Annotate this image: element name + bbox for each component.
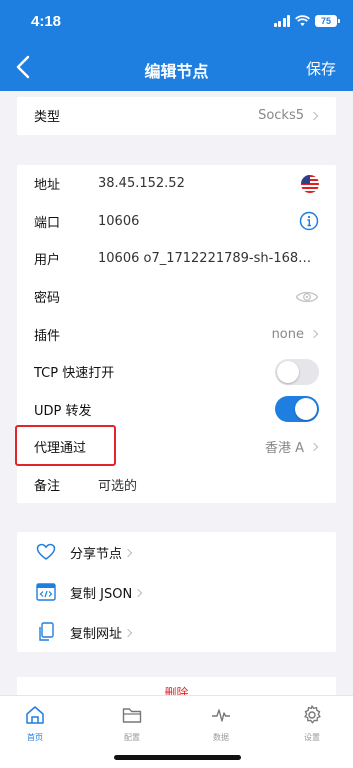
info-icon[interactable] [299, 211, 319, 231]
eye-icon[interactable] [295, 289, 319, 305]
tab-data-label: 数据 [213, 733, 229, 742]
tab-home-label: 首页 [27, 733, 43, 742]
status-bar: 4:18 75 [0, 0, 353, 44]
tcp-fast-open-toggle[interactable] [275, 358, 319, 385]
tab-data[interactable]: 数据 [201, 704, 241, 743]
status-icons: 75 [273, 13, 340, 29]
signal-icon [273, 15, 290, 27]
user-value[interactable]: 10606 o7_1712221789-sh-168580... [98, 251, 319, 266]
page-title: 编辑节点 [144, 62, 209, 81]
nav-bar: 编辑节点 保存 [0, 44, 353, 91]
note-label: 备注 [34, 479, 61, 495]
tab-config-label: 配置 [124, 733, 140, 742]
share-node-label: 分享节点 [70, 546, 123, 562]
note-row[interactable]: 备注 可选的 [17, 466, 336, 504]
address-label: 地址 [34, 178, 61, 194]
tab-home[interactable]: 首页 [15, 704, 55, 743]
type-value: Socks5 [258, 108, 304, 124]
toggle-knob [277, 360, 299, 383]
toggle-knob [295, 398, 317, 421]
tcp-fast-open-row: TCP 快速打开 [17, 353, 336, 391]
udp-forward-row: UDP 转发 [17, 391, 336, 429]
copy-json-row[interactable]: 复制 JSON [17, 572, 336, 612]
type-card: 类型 Socks5 [17, 97, 336, 135]
heart-icon [36, 543, 56, 560]
user-label: 用户 [34, 253, 61, 269]
copy-icon [39, 622, 54, 641]
port-label: 端口 [34, 215, 61, 231]
tab-config[interactable]: 配置 [112, 704, 152, 743]
plugin-label: 插件 [34, 328, 61, 344]
address-row[interactable]: 地址 38.45.152.52 [17, 165, 336, 203]
folder-icon [122, 708, 142, 723]
chevron-right-icon [133, 588, 143, 597]
status-time: 4:18 [31, 13, 62, 30]
plugin-row[interactable]: 插件 none [17, 315, 336, 353]
tab-settings-label: 设置 [304, 733, 320, 742]
code-window-icon [36, 583, 56, 601]
chevron-right-icon [309, 442, 319, 452]
password-row[interactable]: 密码 [17, 278, 336, 316]
copy-url-row[interactable]: 复制网址 [17, 612, 336, 652]
share-node-row[interactable]: 分享节点 [17, 532, 336, 572]
chevron-right-icon [309, 111, 319, 121]
copy-url-label: 复制网址 [70, 626, 123, 642]
chevron-right-icon [309, 329, 319, 339]
user-row[interactable]: 用户 10606 o7_1712221789-sh-168580... [17, 240, 336, 278]
note-input[interactable]: 可选的 [98, 475, 319, 494]
udp-forward-toggle[interactable] [275, 396, 319, 423]
header: 4:18 75 编辑节点 保存 [0, 0, 353, 91]
chevron-right-icon [123, 548, 133, 557]
copy-json-label: 复制 JSON [70, 586, 133, 602]
udp-forward-label: UDP 转发 [34, 403, 92, 419]
highlight-box [15, 425, 116, 466]
gear-icon [304, 705, 321, 724]
address-value[interactable]: 38.45.152.52 [98, 176, 301, 191]
password-label: 密码 [34, 291, 61, 307]
chevron-right-icon [123, 628, 133, 637]
us-flag-icon[interactable] [301, 174, 319, 193]
proxy-via-value: 香港 A [264, 441, 304, 457]
home-icon [26, 706, 44, 724]
actions-card: 分享节点 复制 JSON 复制网址 [17, 532, 336, 652]
tab-settings[interactable]: 设置 [292, 704, 332, 743]
save-button[interactable]: 保存 [306, 58, 336, 79]
port-row[interactable]: 端口 10606 [17, 203, 336, 241]
wifi-icon [295, 15, 310, 26]
type-label: 类型 [34, 110, 61, 126]
plugin-value: none [271, 326, 304, 342]
activity-icon [212, 709, 230, 722]
tcp-fast-open-label: TCP 快速打开 [34, 366, 115, 382]
port-value[interactable]: 10606 [98, 214, 299, 229]
home-indicator [114, 755, 241, 760]
battery-icon: 75 [315, 15, 340, 27]
type-row[interactable]: 类型 Socks5 [17, 97, 336, 135]
